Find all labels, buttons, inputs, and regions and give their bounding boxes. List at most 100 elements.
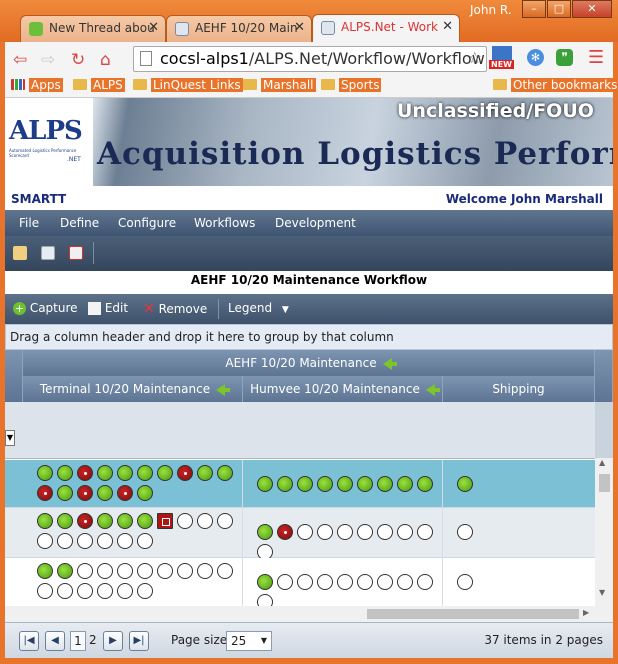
green-status-icon[interactable] bbox=[57, 485, 73, 501]
empty-status-icon[interactable] bbox=[337, 574, 353, 590]
empty-status-icon[interactable] bbox=[217, 513, 233, 529]
red-status-icon[interactable] bbox=[77, 513, 93, 529]
empty-status-icon[interactable] bbox=[177, 563, 193, 579]
green-status-icon[interactable] bbox=[57, 465, 73, 481]
empty-status-icon[interactable] bbox=[177, 513, 193, 529]
green-status-icon[interactable] bbox=[97, 465, 113, 481]
tab-aehf[interactable]: AEHF 10/20 Main ✕ bbox=[166, 15, 312, 43]
green-status-icon[interactable] bbox=[197, 465, 213, 481]
empty-status-icon[interactable] bbox=[137, 563, 153, 579]
green-status-icon[interactable] bbox=[57, 563, 73, 579]
green-arrow-icon[interactable] bbox=[425, 383, 440, 396]
table-row[interactable] bbox=[5, 508, 595, 560]
green-status-icon[interactable] bbox=[257, 476, 273, 492]
column-header-humvee[interactable]: Humvee 10/20 Maintenance bbox=[243, 376, 443, 402]
column-header-shipping[interactable]: Shipping bbox=[443, 376, 595, 402]
green-status-icon[interactable] bbox=[37, 513, 53, 529]
empty-status-icon[interactable] bbox=[397, 574, 413, 590]
empty-status-icon[interactable] bbox=[397, 524, 413, 540]
delete-document-icon[interactable] bbox=[69, 246, 83, 260]
green-status-icon[interactable] bbox=[57, 513, 73, 529]
green-status-icon[interactable] bbox=[337, 476, 353, 492]
prev-page-button[interactable]: ◀ bbox=[45, 631, 65, 651]
empty-status-icon[interactable] bbox=[377, 524, 393, 540]
tab-alps-net[interactable]: ALPS.Net - Work ✕ bbox=[312, 14, 460, 44]
page-2[interactable]: 2 bbox=[89, 633, 97, 647]
page-size-select[interactable]: 25 ▼ bbox=[226, 631, 272, 651]
minimize-button[interactable]: – bbox=[522, 0, 546, 18]
empty-status-icon[interactable] bbox=[337, 524, 353, 540]
empty-status-icon[interactable] bbox=[117, 563, 133, 579]
empty-status-icon[interactable] bbox=[77, 533, 93, 549]
empty-status-icon[interactable] bbox=[77, 583, 93, 599]
green-arrow-icon[interactable] bbox=[382, 357, 397, 370]
other-bookmarks[interactable]: Other bookmarks bbox=[493, 78, 618, 92]
empty-status-icon[interactable] bbox=[417, 524, 433, 540]
menu-development[interactable]: Development bbox=[275, 216, 356, 230]
empty-status-icon[interactable] bbox=[137, 533, 153, 549]
next-page-button[interactable]: ▶ bbox=[103, 631, 123, 651]
bookmark-marshall[interactable]: Marshall bbox=[243, 78, 316, 92]
red-status-icon[interactable] bbox=[277, 524, 293, 540]
menu-configure[interactable]: Configure bbox=[118, 216, 176, 230]
empty-status-icon[interactable] bbox=[197, 563, 213, 579]
reload-icon[interactable]: ↻ bbox=[71, 50, 85, 70]
extension-new-icon[interactable]: NEW bbox=[489, 44, 515, 72]
empty-status-icon[interactable] bbox=[37, 533, 53, 549]
green-status-icon[interactable] bbox=[217, 465, 233, 481]
green-status-icon[interactable] bbox=[97, 485, 113, 501]
empty-status-icon[interactable] bbox=[297, 574, 313, 590]
bookmark-alps[interactable]: ALPS bbox=[73, 78, 125, 92]
table-row[interactable] bbox=[5, 460, 595, 508]
home-icon[interactable]: ⌂ bbox=[100, 50, 111, 70]
empty-status-icon[interactable] bbox=[57, 533, 73, 549]
hangouts-icon[interactable]: ❞ bbox=[556, 49, 573, 66]
empty-status-icon[interactable] bbox=[137, 583, 153, 599]
scroll-thumb[interactable] bbox=[599, 474, 610, 492]
bookmark-sports[interactable]: Sports bbox=[321, 78, 382, 92]
green-status-icon[interactable] bbox=[157, 465, 173, 481]
legend-dropdown[interactable]: Legend ▼ bbox=[228, 301, 289, 315]
green-status-icon[interactable] bbox=[37, 465, 53, 481]
red-status-icon[interactable] bbox=[77, 485, 93, 501]
document-icon[interactable] bbox=[41, 246, 55, 260]
address-bar[interactable]: cocsl-alps1/ALPS.Net/Workflow/WorkflowP … bbox=[133, 46, 487, 72]
green-status-icon[interactable] bbox=[137, 465, 153, 481]
green-status-icon[interactable] bbox=[297, 476, 313, 492]
maximize-button[interactable]: □ bbox=[547, 0, 571, 18]
empty-status-icon[interactable] bbox=[277, 574, 293, 590]
green-arrow-icon[interactable] bbox=[216, 383, 231, 396]
empty-status-icon[interactable] bbox=[97, 533, 113, 549]
scroll-right-icon[interactable]: ▶ bbox=[583, 608, 589, 617]
vertical-scrollbar[interactable]: ▲ ▼ bbox=[595, 458, 613, 628]
green-status-icon[interactable] bbox=[397, 476, 413, 492]
extension-gear-icon[interactable]: ✻ bbox=[527, 49, 544, 66]
green-status-icon[interactable] bbox=[277, 476, 293, 492]
red-status-icon[interactable] bbox=[37, 485, 53, 501]
red-status-icon[interactable] bbox=[77, 465, 93, 481]
home-icon[interactable] bbox=[13, 246, 27, 260]
capture-button[interactable]: + Capture bbox=[13, 301, 78, 315]
empty-status-icon[interactable] bbox=[77, 563, 93, 579]
green-status-icon[interactable] bbox=[257, 524, 273, 540]
close-tab-icon[interactable]: ✕ bbox=[294, 20, 305, 35]
empty-status-icon[interactable] bbox=[197, 513, 213, 529]
back-arrow-icon[interactable]: ⇦ bbox=[13, 50, 27, 70]
green-status-icon[interactable] bbox=[97, 513, 113, 529]
group-by-panel[interactable]: Drag a column header and drop it here to… bbox=[5, 324, 613, 350]
green-status-icon[interactable] bbox=[137, 485, 153, 501]
bookmark-apps[interactable]: Apps bbox=[11, 78, 63, 92]
forward-arrow-icon[interactable]: ⇨ bbox=[41, 50, 55, 70]
table-row[interactable] bbox=[5, 558, 595, 608]
close-tab-icon[interactable]: ✕ bbox=[148, 20, 159, 35]
menu-workflows[interactable]: Workflows bbox=[194, 216, 255, 230]
empty-status-icon[interactable] bbox=[117, 583, 133, 599]
green-status-icon[interactable] bbox=[317, 476, 333, 492]
green-status-icon[interactable] bbox=[37, 563, 53, 579]
green-status-icon[interactable] bbox=[417, 476, 433, 492]
green-status-icon[interactable] bbox=[117, 513, 133, 529]
page-info-icon[interactable] bbox=[140, 51, 152, 66]
empty-status-icon[interactable] bbox=[377, 574, 393, 590]
green-status-icon[interactable] bbox=[357, 476, 373, 492]
first-page-button[interactable]: |◀ bbox=[19, 631, 39, 651]
